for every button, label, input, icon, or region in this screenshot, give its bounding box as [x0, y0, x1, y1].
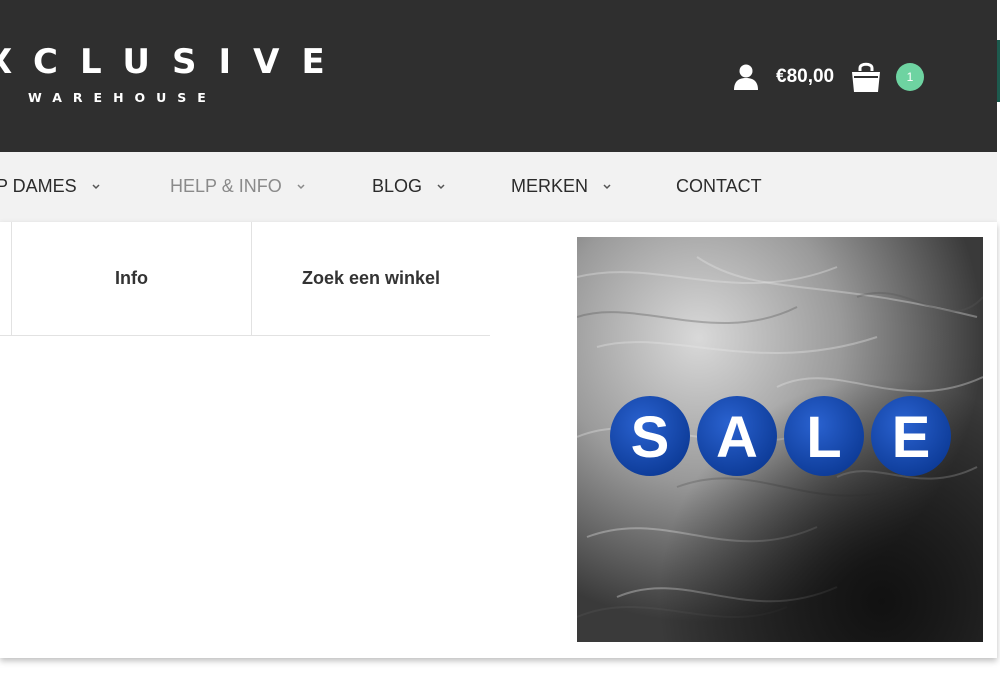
logo-tagline: WAREHOUSE: [28, 90, 217, 105]
nav-item-blog[interactable]: BLOG: [372, 176, 446, 197]
nav-item-help-info[interactable]: HELP & INFO: [170, 176, 306, 197]
nav-item-dames[interactable]: P DAMES: [0, 176, 101, 197]
nav-item-label: P DAMES: [0, 176, 77, 196]
sale-letter-e: E: [892, 405, 931, 470]
nav-item-merken[interactable]: MERKEN: [511, 176, 612, 197]
nav-item-label: BLOG: [372, 176, 423, 196]
nav-item-label: CONTACT: [676, 176, 762, 196]
dropdown-link-info[interactable]: Info: [12, 222, 252, 336]
help-info-dropdown: Info Zoek een winkel S A L E: [0, 222, 997, 658]
dropdown-cell-partial[interactable]: [0, 222, 12, 336]
dropdown-link-label: Info: [115, 268, 148, 288]
dropdown-link-store-locator[interactable]: Zoek een winkel: [252, 222, 490, 336]
sale-letter-l: L: [806, 405, 841, 470]
nav-item-contact[interactable]: CONTACT: [676, 176, 762, 197]
user-icon[interactable]: [733, 63, 759, 91]
sale-banner[interactable]: S A L E: [577, 237, 983, 642]
sale-letter-s: S: [631, 405, 670, 470]
cart-count-badge[interactable]: 1: [896, 63, 924, 91]
nav-item-label: MERKEN: [511, 176, 589, 196]
nav-item-label: HELP & INFO: [170, 176, 282, 196]
logo-wordmark[interactable]: XCLUSIVE: [0, 42, 347, 82]
site-header: XCLUSIVE WAREHOUSE €80,00 1: [0, 0, 997, 152]
dropdown-link-label: Zoek een winkel: [301, 268, 441, 288]
chevron-down-icon: [297, 183, 305, 189]
chevron-down-icon: [92, 183, 100, 189]
shopping-bag-icon[interactable]: [850, 60, 882, 94]
cart-total[interactable]: €80,00: [776, 66, 834, 88]
chevron-down-icon: [603, 183, 611, 189]
chevron-down-icon: [437, 183, 445, 189]
main-nav: P DAMES HELP & INFO BLOG MERKEN CONTACT: [0, 152, 997, 222]
sale-letter-a: A: [716, 405, 758, 470]
sale-banner-image: S A L E: [577, 237, 983, 642]
